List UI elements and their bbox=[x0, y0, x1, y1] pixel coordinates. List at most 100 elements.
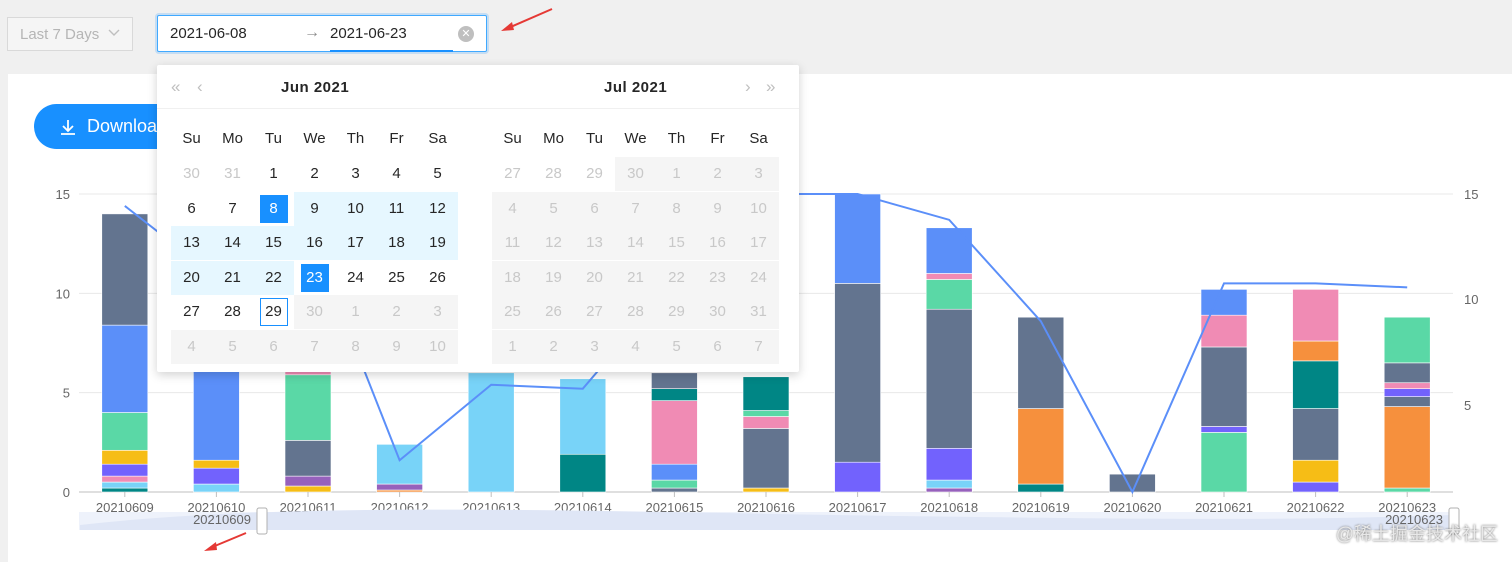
calendar-day[interactable]: 12 bbox=[417, 191, 458, 226]
bar-segment bbox=[925, 487, 973, 493]
calendar-day[interactable]: 22 bbox=[253, 260, 294, 295]
bar-segment bbox=[284, 440, 332, 477]
calendar-day[interactable]: 27 bbox=[171, 295, 212, 329]
calendar-day[interactable]: 4 bbox=[376, 157, 417, 191]
calendar-day[interactable]: 18 bbox=[376, 226, 417, 260]
bar-segment bbox=[193, 459, 240, 469]
bar-segment bbox=[1383, 487, 1431, 493]
calendar-day[interactable]: 10 bbox=[335, 191, 376, 226]
calendar-day: 16 bbox=[697, 226, 738, 260]
right-y-tick-label: 15 bbox=[1464, 187, 1478, 202]
calendar-day: 5 bbox=[212, 329, 253, 364]
bar-segment bbox=[1017, 316, 1065, 409]
bar-segment bbox=[742, 416, 790, 429]
calendar-day[interactable]: 15 bbox=[253, 226, 294, 260]
calendar-day[interactable]: 2 bbox=[294, 157, 335, 191]
bar-segment bbox=[925, 279, 973, 310]
bar-segment bbox=[101, 463, 149, 477]
calendar-day: 29 bbox=[656, 295, 697, 329]
y-tick-label: 15 bbox=[56, 187, 70, 202]
bar-segment bbox=[651, 463, 698, 481]
calendar-day[interactable]: 27 bbox=[492, 157, 533, 191]
calendar-day[interactable]: 17 bbox=[335, 226, 376, 260]
calendar-day[interactable]: 8 bbox=[253, 192, 294, 226]
calendar-day[interactable]: 1 bbox=[253, 157, 294, 191]
calendar-day[interactable]: 19 bbox=[417, 226, 458, 260]
calendar-day: 20 bbox=[574, 260, 615, 295]
bar-segment bbox=[1383, 382, 1431, 389]
calendar-day: 11 bbox=[492, 226, 533, 260]
month-title[interactable]: Jun 2021 bbox=[281, 79, 349, 96]
calendar-day[interactable]: 25 bbox=[376, 261, 417, 295]
bar-segment bbox=[651, 400, 698, 465]
bar-segment bbox=[1017, 408, 1065, 485]
calendar-day: 1 bbox=[492, 329, 533, 364]
calendar-day[interactable]: 11 bbox=[376, 191, 417, 226]
bar-segment bbox=[376, 483, 423, 491]
calendar-day[interactable]: 6 bbox=[171, 192, 212, 226]
calendar-day[interactable]: 31 bbox=[212, 157, 253, 191]
calendar-day[interactable]: 23 bbox=[294, 261, 335, 295]
weekday-label: Th bbox=[667, 130, 686, 147]
weekday-label: Tu bbox=[265, 130, 282, 147]
prev-month-icon[interactable]: ‹ bbox=[197, 77, 203, 97]
calendar-day: 30 bbox=[615, 157, 656, 191]
weekday-label: Sa bbox=[749, 130, 768, 147]
bar-segment bbox=[925, 273, 973, 280]
bar-segment bbox=[925, 227, 973, 274]
bar-segment bbox=[284, 475, 332, 487]
calendar-day: 13 bbox=[574, 226, 615, 260]
calendar-day: 6 bbox=[253, 329, 294, 364]
calendar-day[interactable]: 28 bbox=[212, 295, 253, 329]
calendar-day[interactable]: 16 bbox=[294, 226, 335, 260]
weekday-label: Mo bbox=[543, 130, 564, 147]
calendar-day: 30 bbox=[294, 295, 335, 329]
calendar-day: 7 bbox=[294, 329, 335, 364]
calendar-day: 1 bbox=[656, 157, 697, 191]
bar-segment bbox=[1383, 396, 1431, 407]
prev-year-icon[interactable]: « bbox=[171, 77, 180, 97]
calendar-day[interactable]: 7 bbox=[212, 192, 253, 226]
calendar-day[interactable]: 14 bbox=[212, 226, 253, 260]
calendar-july: Jul 2021 › » Su Mo Tu We Th Fr Sa 27 28 29 30 1 2 3 4 5… bbox=[478, 65, 799, 372]
bar-segment bbox=[834, 193, 881, 284]
bar-segment bbox=[193, 483, 240, 493]
bar-segment bbox=[1292, 340, 1339, 362]
bar-segment bbox=[925, 447, 973, 481]
bar-segment bbox=[559, 453, 607, 493]
calendar-day[interactable]: 26 bbox=[417, 261, 458, 295]
weekday-label: Fr bbox=[710, 130, 725, 147]
bar-segment bbox=[559, 378, 607, 455]
calendar-day[interactable]: 30 bbox=[171, 157, 212, 191]
calendar-day[interactable]: 29 bbox=[253, 295, 294, 329]
bar-segment bbox=[193, 467, 240, 485]
calendar-day[interactable]: 24 bbox=[335, 261, 376, 295]
y-tick-label: 0 bbox=[63, 485, 70, 500]
bar-segment bbox=[1200, 346, 1248, 427]
month-title[interactable]: Jul 2021 bbox=[604, 79, 667, 96]
y-tick-label: 5 bbox=[63, 386, 70, 401]
calendar-day: 8 bbox=[335, 329, 376, 364]
weekday-label: Tu bbox=[586, 130, 603, 147]
calendar-day[interactable]: 3 bbox=[335, 157, 376, 191]
calendar-header: Jul 2021 › » bbox=[478, 65, 799, 109]
download-icon bbox=[61, 119, 75, 135]
calendar-day: 5 bbox=[656, 329, 697, 364]
calendar-day: 15 bbox=[656, 226, 697, 260]
calendar-day[interactable]: 20 bbox=[171, 260, 212, 295]
next-year-icon[interactable]: » bbox=[766, 77, 775, 97]
calendar-day[interactable]: 9 bbox=[294, 191, 335, 226]
bar-segment bbox=[1383, 406, 1431, 489]
calendar-day[interactable]: 13 bbox=[171, 226, 212, 260]
calendar-header: « ‹ Jun 2021 bbox=[157, 65, 478, 109]
bar-segment bbox=[101, 487, 149, 493]
next-month-icon[interactable]: › bbox=[745, 77, 751, 97]
weekday-label: Th bbox=[346, 130, 365, 147]
calendar-day[interactable]: 29 bbox=[574, 157, 615, 191]
weekday-label: We bbox=[624, 130, 647, 147]
calendar-day[interactable]: 21 bbox=[212, 260, 253, 295]
calendar-day[interactable]: 28 bbox=[533, 157, 574, 191]
calendar-day: 30 bbox=[697, 295, 738, 329]
calendar-day: 27 bbox=[574, 295, 615, 329]
calendar-day[interactable]: 5 bbox=[417, 157, 458, 191]
